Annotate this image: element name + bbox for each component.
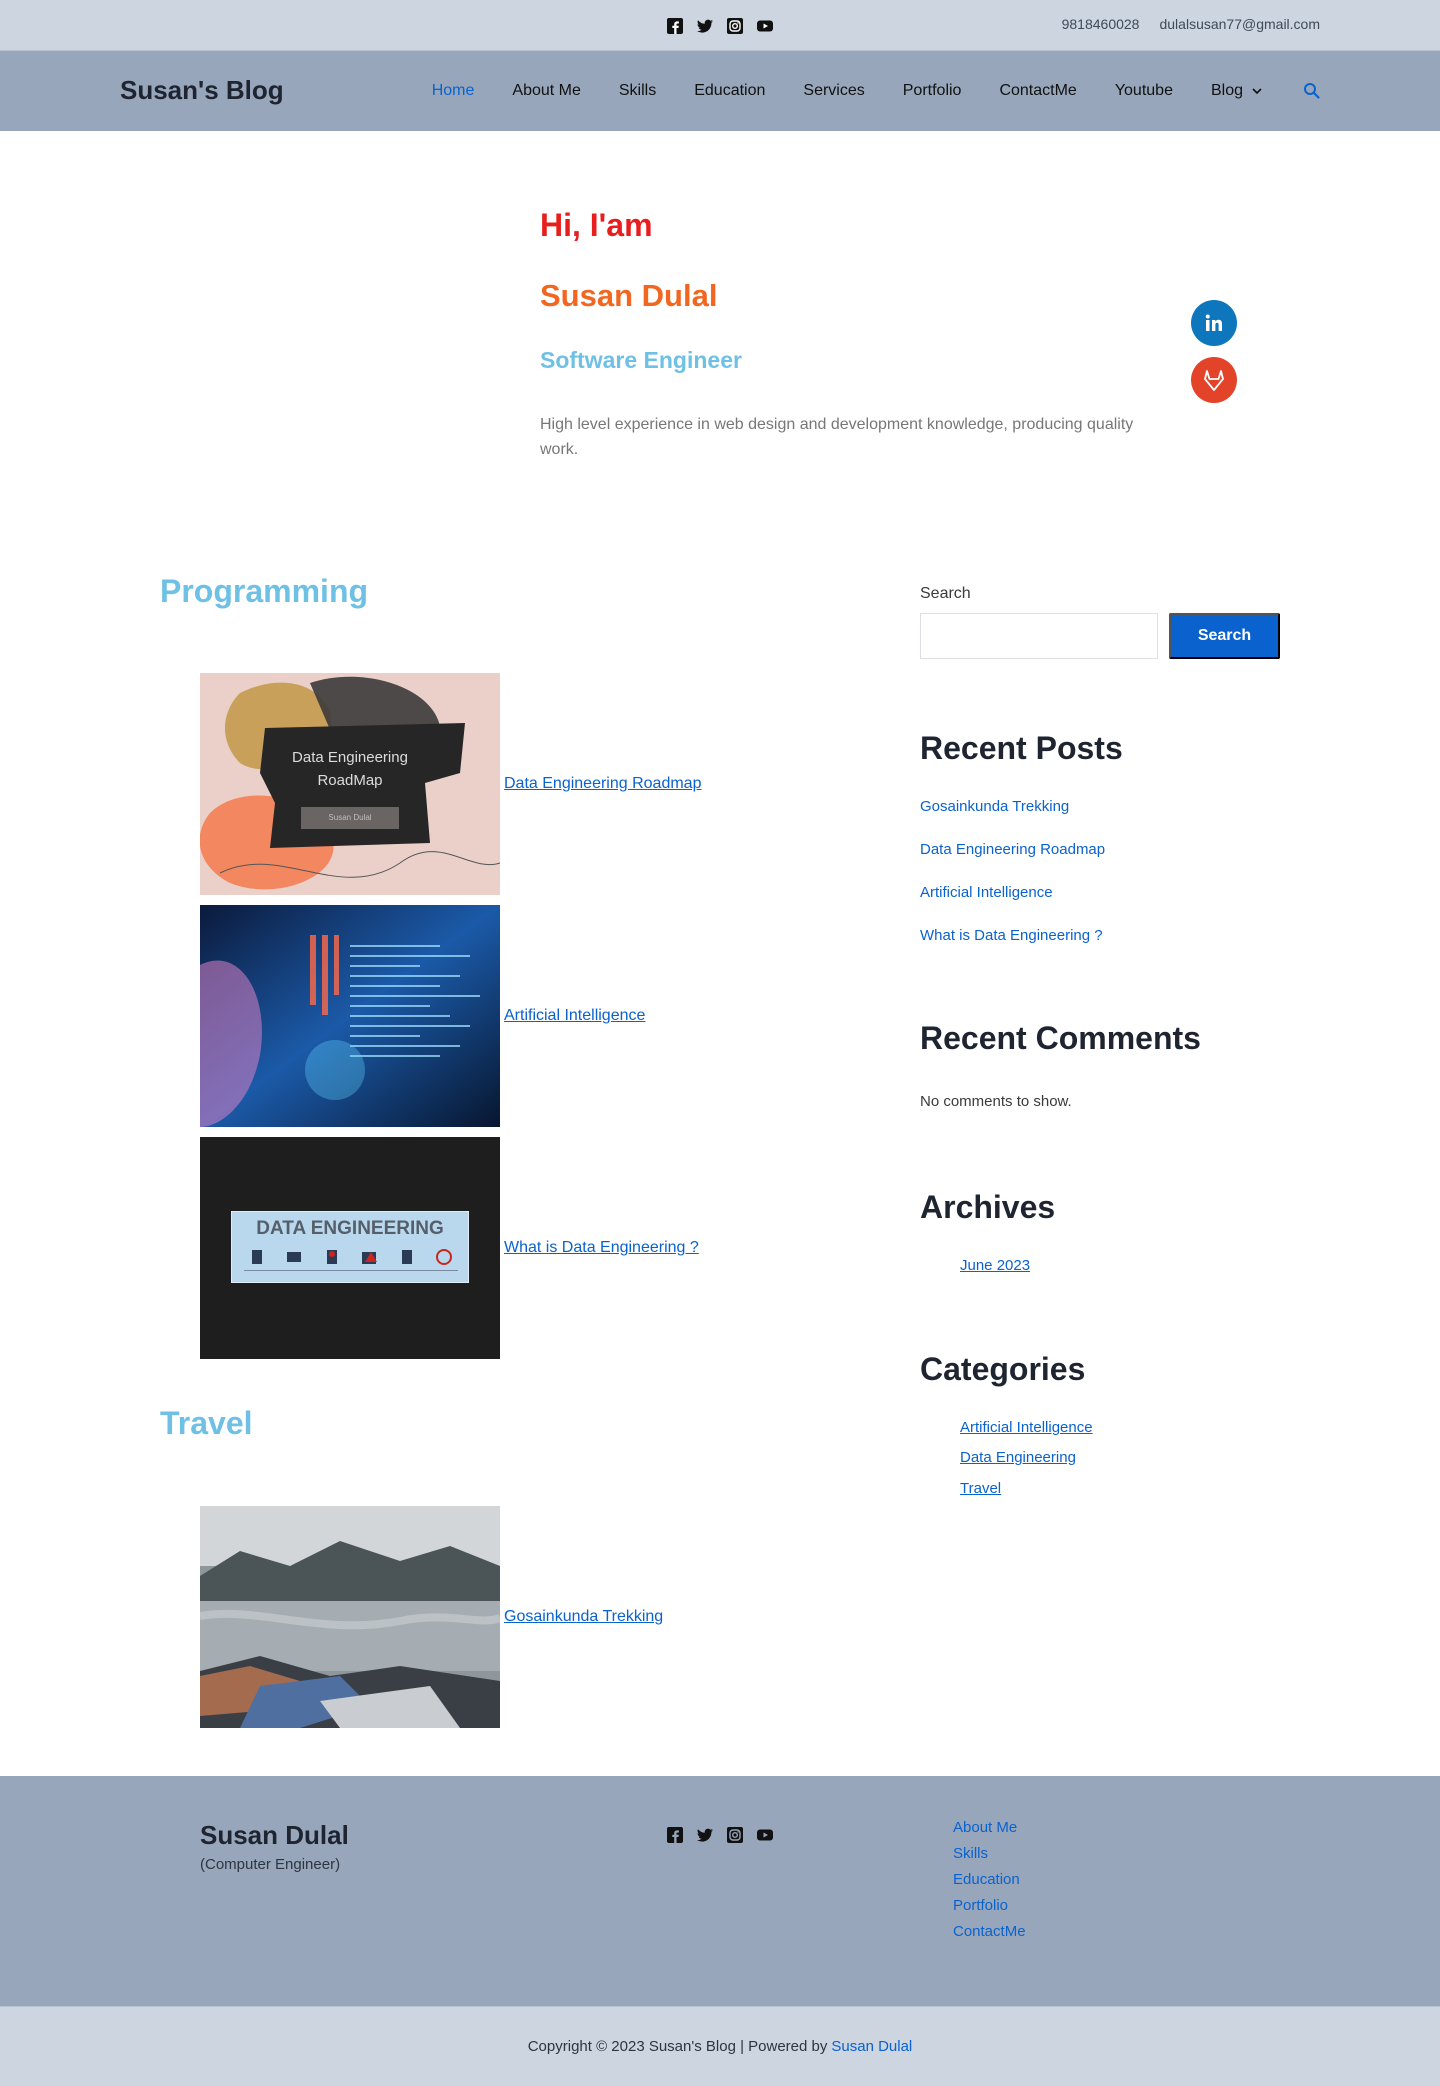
email-address[interactable]: dulalsusan77@gmail.com — [1159, 16, 1320, 32]
data-engineering-banner: DATA ENGINEERING — [231, 1211, 469, 1283]
archive-link[interactable]: June 2023 — [960, 1257, 1030, 1274]
facebook-icon[interactable] — [666, 1826, 684, 1844]
copyright-author-link[interactable]: Susan Dulal — [831, 2038, 912, 2055]
search-input[interactable] — [920, 613, 1158, 659]
post-link[interactable]: Data Engineering Roadmap — [504, 775, 701, 793]
post-item: DATA ENGINEERING What is Data Engineerin… — [200, 1137, 699, 1359]
nav-item-portfolio[interactable]: Portfolio — [884, 82, 981, 100]
footer-link-education[interactable]: Education — [953, 1870, 1026, 1889]
post-item: Data Engineering RoadMap Susan Dulal Dat… — [200, 673, 701, 895]
post-link[interactable]: What is Data Engineering ? — [504, 1239, 699, 1257]
linkedin-icon[interactable] — [1191, 300, 1237, 346]
hero-description: High level experience in web design and … — [540, 416, 1134, 458]
nav-item-youtube[interactable]: Youtube — [1096, 82, 1192, 100]
recent-posts-heading: Recent Posts — [920, 730, 1123, 766]
thumb-title-line2: RoadMap — [317, 772, 383, 789]
site-footer: Susan Dulal (Computer Engineer) About Me… — [0, 1776, 1440, 2006]
nav-item-about-me[interactable]: About Me — [493, 82, 599, 100]
hero-name: Susan Dulal — [540, 278, 718, 313]
footer-link-contactme[interactable]: ContactMe — [953, 1922, 1026, 1941]
site-header: Susan's Blog Home About Me Skills Educat… — [0, 51, 1440, 131]
recent-post-link[interactable]: What is Data Engineering ? — [920, 927, 1103, 944]
thumb-author: Susan Dulal — [301, 807, 399, 829]
thumb-title-line1: Data Engineering — [292, 749, 408, 766]
recent-comments-heading: Recent Comments — [920, 1020, 1201, 1056]
category-link[interactable]: Travel — [960, 1480, 1001, 1497]
top-contact: 9818460028 dulalsusan77@gmail.com — [1062, 16, 1320, 32]
search-label: Search — [920, 585, 971, 602]
section-title-travel: Travel — [160, 1405, 253, 1441]
categories-heading: Categories — [920, 1351, 1086, 1387]
top-social-icons — [666, 17, 774, 35]
post-thumbnail[interactable] — [200, 1506, 500, 1728]
gitlab-icon[interactable] — [1191, 357, 1237, 403]
facebook-icon[interactable] — [666, 17, 684, 35]
nav-item-skills[interactable]: Skills — [600, 82, 675, 100]
instagram-icon[interactable] — [726, 1826, 744, 1844]
no-comments-text: No comments to show. — [920, 1093, 1072, 1110]
footer-link-portfolio[interactable]: Portfolio — [953, 1896, 1026, 1915]
post-link[interactable]: Artificial Intelligence — [504, 1007, 645, 1025]
youtube-icon[interactable] — [756, 1826, 774, 1844]
banner-title: DATA ENGINEERING — [256, 1218, 444, 1239]
footer-social-icons — [666, 1826, 774, 1844]
nav-item-blog[interactable]: Blog — [1192, 82, 1282, 100]
category-link[interactable]: Artificial Intelligence — [960, 1419, 1093, 1436]
recent-post-link[interactable]: Artificial Intelligence — [920, 884, 1053, 901]
footer-subtitle: (Computer Engineer) — [200, 1856, 341, 1873]
section-title-programming: Programming — [160, 573, 369, 609]
nav-item-contactme[interactable]: ContactMe — [980, 82, 1095, 100]
category-link[interactable]: Data Engineering — [960, 1449, 1076, 1466]
hero-greeting: Hi, I'am — [540, 207, 653, 243]
footer-name: Susan Dulal — [200, 1820, 349, 1850]
post-thumbnail[interactable] — [200, 905, 500, 1127]
instagram-icon[interactable] — [726, 17, 744, 35]
post-link[interactable]: Gosainkunda Trekking — [504, 1608, 663, 1626]
twitter-icon[interactable] — [696, 17, 714, 35]
footer-link-skills[interactable]: Skills — [953, 1844, 1026, 1863]
main-nav: Home About Me Skills Education Services … — [413, 51, 1440, 131]
search-icon[interactable] — [1302, 81, 1322, 101]
copyright-text: Copyright © 2023 Susan's Blog | Powered … — [527, 2038, 828, 2055]
post-item: Gosainkunda Trekking — [200, 1506, 663, 1728]
site-logo[interactable]: Susan's Blog — [120, 75, 284, 106]
recent-post-link[interactable]: Gosainkunda Trekking — [920, 798, 1069, 815]
chevron-down-icon — [1252, 88, 1262, 95]
post-thumbnail[interactable]: DATA ENGINEERING — [200, 1137, 500, 1359]
post-item: Artificial Intelligence — [200, 905, 645, 1127]
youtube-icon[interactable] — [756, 17, 774, 35]
post-thumbnail[interactable]: Data Engineering RoadMap Susan Dulal — [200, 673, 500, 895]
footer-links: About Me Skills Education Portfolio Cont… — [953, 1818, 1026, 1941]
nav-item-home[interactable]: Home — [413, 82, 494, 100]
phone-number: 9818460028 — [1061, 16, 1140, 32]
copyright-bar: Copyright © 2023 Susan's Blog | Powered … — [0, 2006, 1440, 2086]
recent-post-link[interactable]: Data Engineering Roadmap — [920, 841, 1105, 858]
nav-item-services[interactable]: Services — [784, 82, 883, 100]
twitter-icon[interactable] — [696, 1826, 714, 1844]
archives-heading: Archives — [920, 1189, 1056, 1225]
top-bar: 9818460028 dulalsusan77@gmail.com — [0, 0, 1440, 51]
nav-item-education[interactable]: Education — [675, 82, 784, 100]
footer-link-about-me[interactable]: About Me — [953, 1818, 1026, 1837]
search-button[interactable]: Search — [1169, 613, 1280, 659]
hero-role: Software Engineer — [540, 347, 742, 373]
